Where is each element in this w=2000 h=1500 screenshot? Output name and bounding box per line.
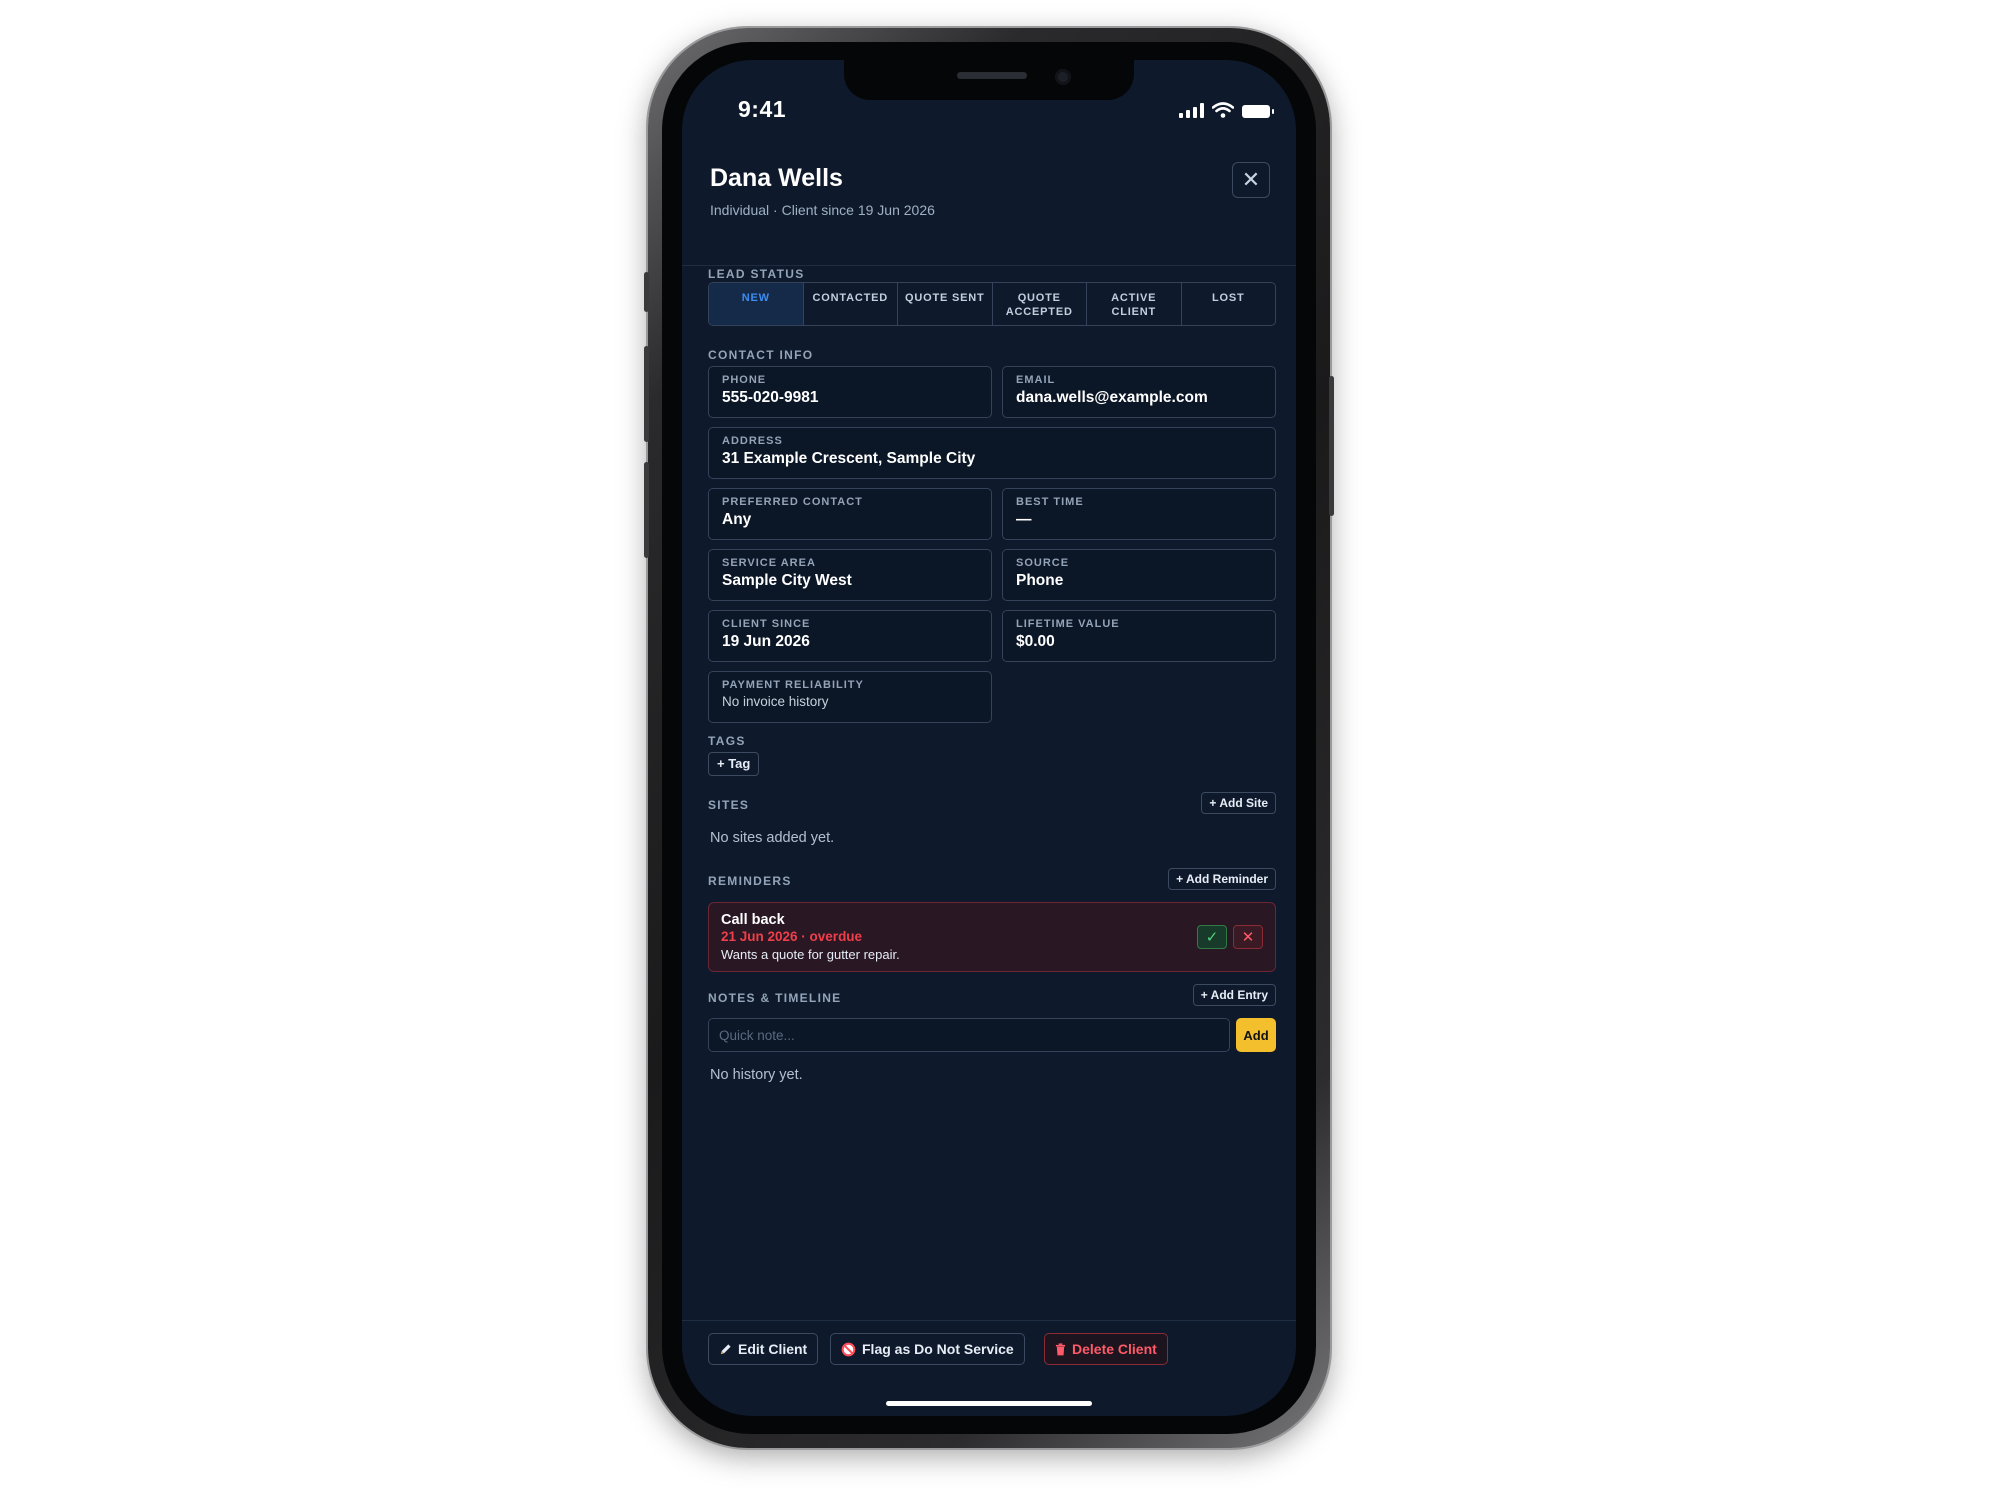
phone-frame: 9:41 Dana Wells Individual · Client sinc… [644,28,1334,1448]
add-reminder-button[interactable]: + Add Reminder [1168,868,1276,890]
complete-reminder-button[interactable]: ✓ [1197,925,1227,949]
volume-up-button [644,346,649,442]
prohibited-icon [841,1342,856,1356]
flag-label: Flag as Do Not Service [862,1341,1014,1357]
field-label: ADDRESS [722,435,783,447]
field-value: — [1016,511,1032,528]
add-note-button[interactable]: Add [1236,1018,1276,1052]
field-value: Phone [1016,572,1064,589]
reminders-label: REMINDERS [708,874,792,888]
close-icon: ✕ [1241,929,1255,946]
notch [844,60,1134,100]
field-label: CLIENT SINCE [722,618,811,630]
lead-status-option-text: QUOTE SENT [904,292,985,304]
close-button[interactable]: ✕ [1232,162,1270,198]
field-value: Sample City West [722,572,852,589]
action-footer: Edit Client Flag as Do Not Service Delet… [682,1320,1296,1416]
lead-status-option-text: QUOTE [1017,292,1061,304]
field-value: 31 Example Crescent, Sample City [722,450,976,467]
home-indicator[interactable] [886,1401,1092,1406]
add-entry-button[interactable]: + Add Entry [1192,984,1276,1006]
lead-status-option-text: ACTIVE [1111,292,1157,304]
speaker-grill [957,72,1027,79]
phone-field[interactable]: PHONE 555-020-9981 [708,366,992,418]
field-label: PHONE [722,374,767,386]
cellular-signal-icon [1179,102,1204,118]
client-header: Dana Wells Individual · Client since 19 … [682,158,1296,266]
close-icon: ✕ [1241,167,1261,192]
lead-status-option[interactable]: LOST [1182,283,1276,325]
lead-status-option[interactable]: ACTIVE CLIENT [1087,283,1182,325]
lifetime-value-field[interactable]: LIFETIME VALUE $0.00 [1002,610,1276,662]
lead-status-option[interactable]: QUOTE ACCEPTED [993,283,1087,325]
flag-do-not-service-button[interactable]: Flag as Do Not Service [830,1333,1025,1365]
trash-icon [1055,1342,1066,1355]
field-label: EMAIL [1016,374,1056,386]
field-label: SERVICE AREA [722,557,816,569]
preferred-contact-field[interactable]: PREFERRED CONTACT Any [708,488,992,540]
sites-empty-text: No sites added yet. [710,830,835,846]
lead-status-label: LEAD STATUS [708,267,805,281]
add-tag-button[interactable]: + Tag [708,752,760,776]
camera-icon [1055,69,1071,85]
power-button [1329,376,1334,516]
edit-client-label: Edit Client [738,1341,808,1357]
lead-status-option[interactable]: QUOTE SENT [898,283,993,325]
status-time: 9:41 [738,96,787,122]
field-value: 19 Jun 2026 [722,633,810,650]
lead-status-option-text: NEW [741,292,770,304]
field-value: No invoice history [722,694,829,709]
contact-info-label: CONTACT INFO [708,348,814,362]
delete-client-label: Delete Client [1072,1341,1157,1357]
status-icons [1179,102,1274,118]
reminder-title: Call back [721,912,785,928]
reminder-card: Call back 21 Jun 2026 · overdue Wants a … [708,902,1276,972]
silent-switch [644,272,649,312]
client-name: Dana Wells [710,164,843,192]
delete-reminder-button[interactable]: ✕ [1233,925,1263,949]
field-label: BEST TIME [1016,496,1084,508]
lead-status-option-text: CLIENT [1111,306,1157,318]
field-label: LIFETIME VALUE [1016,618,1120,630]
lead-status-option[interactable]: CONTACTED [804,283,898,325]
edit-client-button[interactable]: Edit Client [708,1333,819,1365]
address-field[interactable]: ADDRESS 31 Example Crescent, Sample City [708,427,1276,479]
client-since-field[interactable]: CLIENT SINCE 19 Jun 2026 [708,610,992,662]
email-field[interactable]: EMAIL dana.wells@example.com [1002,366,1276,418]
pencil-icon [720,1343,731,1354]
field-value: $0.00 [1016,633,1055,650]
notes-label: NOTES & TIMELINE [708,991,842,1005]
quick-note-input[interactable] [708,1018,1230,1052]
delete-client-button[interactable]: Delete Client [1044,1333,1168,1365]
payment-reliability-field: PAYMENT RELIABILITY No invoice history [708,671,992,723]
field-value: dana.wells@example.com [1016,389,1208,406]
service-area-field[interactable]: SERVICE AREA Sample City West [708,549,992,601]
tags-label: TAGS [708,734,746,748]
app-screen: 9:41 Dana Wells Individual · Client sinc… [682,60,1296,1416]
volume-down-button [644,462,649,558]
source-field[interactable]: SOURCE Phone [1002,549,1276,601]
add-site-button[interactable]: + Add Site [1201,792,1276,814]
client-subtitle: Individual · Client since 19 Jun 2026 [710,202,935,218]
reminder-date: 21 Jun 2026 · overdue [721,929,863,944]
sites-label: SITES [708,798,750,812]
field-value: 555-020-9981 [722,389,819,406]
field-label: SOURCE [1016,557,1070,569]
field-label: PAYMENT RELIABILITY [722,679,864,691]
field-value: Any [722,511,752,528]
reminder-description: Wants a quote for gutter repair. [721,947,900,962]
field-label: PREFERRED CONTACT [722,496,863,508]
lead-status-selector: NEW CONTACTED QUOTE SENT QUOTE ACCEPTED ACTIV… [708,282,1276,326]
lead-status-option[interactable]: NEW [709,283,804,325]
battery-icon [1242,105,1274,118]
lead-status-option-text: CONTACTED [812,292,888,304]
lead-status-option-text: ACCEPTED [1005,306,1073,318]
check-icon: ✓ [1205,929,1219,946]
best-time-field[interactable]: BEST TIME — [1002,488,1276,540]
lead-status-option-text: LOST [1211,292,1245,304]
wifi-icon [1212,102,1234,118]
notes-empty-text: No history yet. [710,1067,803,1083]
